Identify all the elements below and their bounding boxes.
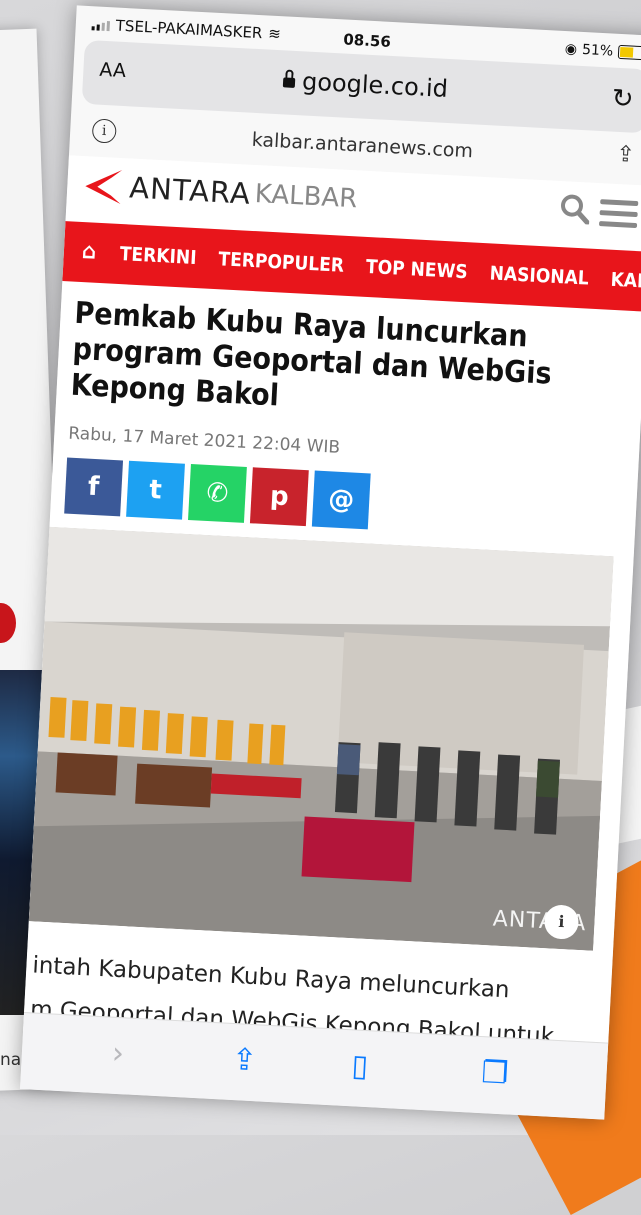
- twitter-icon: t: [148, 474, 163, 506]
- url-text[interactable]: google.co.id: [301, 67, 448, 103]
- pinterest-icon: p: [269, 481, 290, 513]
- share-icon[interactable]: ⇪: [231, 1042, 258, 1078]
- battery-icon: [617, 44, 641, 61]
- wifi-icon: ≋: [267, 24, 282, 44]
- tabs-icon[interactable]: ❐: [481, 1055, 510, 1091]
- battery-percent: 51%: [581, 41, 614, 60]
- event-photo-image: [28, 526, 614, 951]
- forward-icon[interactable]: ›: [111, 1036, 125, 1072]
- email-icon: @: [327, 484, 356, 516]
- share-icon[interactable]: ⇪: [616, 142, 636, 168]
- article-title: Pemkab Kubu Raya luncurkan program Geopo…: [69, 295, 553, 414]
- nav-item-top-news[interactable]: TOP NEWS: [365, 256, 468, 283]
- pinterest-share-button[interactable]: p: [249, 467, 309, 527]
- phone-screen: TSEL-PAKAIMASKER ≋ 08.56 ◉ 51% AA google…: [20, 5, 641, 1120]
- nav-item-kalbar[interactable]: KALBA: [610, 269, 641, 294]
- carrier-name: TSEL-PAKAIMASKER: [115, 16, 263, 43]
- twitter-share-button[interactable]: t: [126, 460, 185, 520]
- logo-sub: KALBAR: [254, 179, 359, 215]
- menu-icon[interactable]: [598, 199, 639, 234]
- logo-text: ANTARA: [128, 170, 252, 211]
- article-photo: ANTARA i: [28, 526, 614, 951]
- whatsapp-icon: ✆: [205, 477, 230, 510]
- nav-item-terpopuler[interactable]: TERPOPULER: [218, 248, 345, 277]
- article: Pemkab Kubu Raya luncurkan program Geopo…: [23, 281, 641, 1062]
- orientation-lock-icon: ◉: [564, 41, 578, 58]
- reload-icon[interactable]: ↻: [611, 84, 634, 115]
- status-time: 08.56: [342, 30, 392, 51]
- signal-icon: [91, 19, 111, 31]
- antara-logo-icon: [85, 170, 123, 204]
- email-share-button[interactable]: @: [311, 470, 371, 530]
- bookmarks-icon[interactable]: ▯: [351, 1048, 369, 1084]
- whatsapp-share-button[interactable]: ✆: [188, 464, 247, 523]
- facebook-share-button[interactable]: f: [64, 457, 124, 517]
- site-logo[interactable]: ANTARA KALBAR: [82, 166, 358, 218]
- search-icon[interactable]: [559, 193, 591, 225]
- home-icon[interactable]: ⌂: [81, 239, 96, 265]
- lock-icon: [282, 77, 296, 88]
- facebook-icon: f: [87, 471, 101, 503]
- nav-item-terkini[interactable]: TERKINI: [119, 243, 197, 269]
- share-buttons: f t ✆ p @: [64, 457, 619, 543]
- nav-item-nasional[interactable]: NASIONAL: [489, 262, 589, 289]
